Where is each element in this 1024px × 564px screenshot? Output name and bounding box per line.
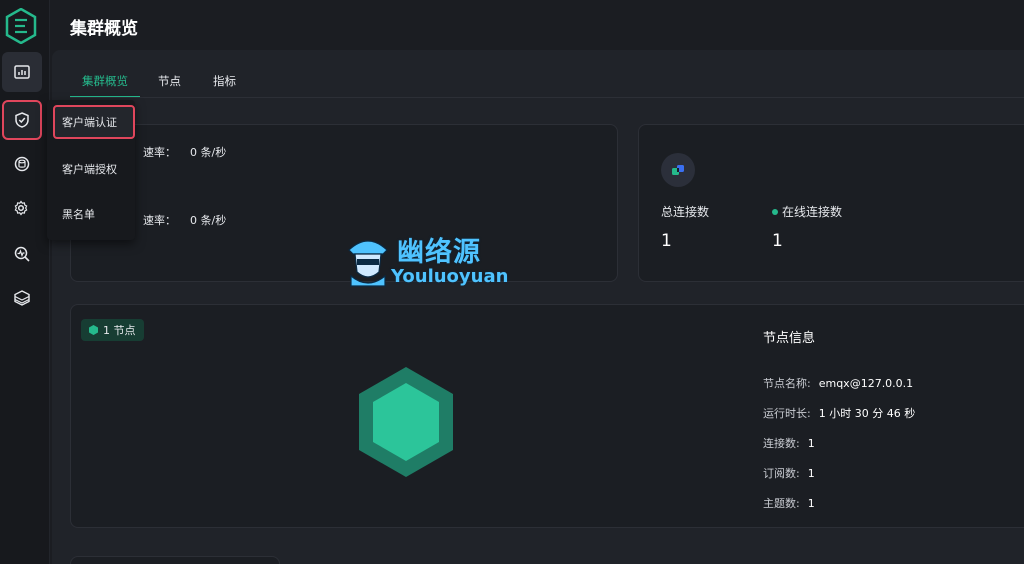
online-status-dot — [772, 208, 778, 215]
database-icon — [14, 156, 30, 172]
diagnose-icon — [14, 246, 30, 262]
connections-card: 总连接数 1 在线连接数 1 — [638, 124, 1024, 282]
outgoing-rate-row: 速率： 0 条/秒 — [143, 212, 226, 228]
topics-value: 1 — [807, 497, 815, 510]
main-content: 集群概览 节点 指标 速率： 0 条/秒 速率： 0 条/秒 总连接数 1 在线连接… — [52, 50, 1024, 564]
sidebar-item-management[interactable] — [2, 188, 42, 228]
node-name-label: 节点名称: — [763, 377, 811, 390]
sidebar-item-access-control[interactable] — [2, 100, 42, 140]
watermark-logo-icon — [348, 240, 388, 287]
sidebar-item-data-integration[interactable] — [2, 144, 42, 184]
tab-metrics[interactable]: 指标 — [213, 72, 236, 98]
node-name-row: 节点名称: emqx@127.0.0.1 — [763, 375, 913, 391]
connections-label: 连接数: — [763, 437, 800, 450]
message-rate-card: 速率： 0 条/秒 速率： 0 条/秒 — [70, 124, 618, 282]
incoming-rate-value: 0 条/秒 — [190, 146, 227, 159]
node-hexagon-icon[interactable] — [356, 365, 456, 479]
sidebar-item-diagnose[interactable] — [2, 234, 42, 274]
page-title: 集群概览 — [70, 19, 138, 39]
watermark: 幽络源 Youluoyuan — [345, 228, 520, 292]
connections-value: 1 — [807, 437, 815, 450]
node-count-text: 1 节点 — [103, 324, 136, 337]
nodes-card: 1 节点 节点信息 节点名称: emqx@127.0.0.1 运行时长: 1 小时 … — [70, 304, 1024, 528]
total-connections-label: 总连接数 — [661, 205, 710, 219]
online-connections-label: 在线连接数 — [772, 203, 842, 220]
tab-cluster-overview[interactable]: 集群概览 — [70, 72, 140, 98]
subscriptions-value: 1 — [807, 467, 815, 480]
incoming-rate-label: 速率： — [143, 146, 176, 159]
access-control-submenu: 客户端认证 客户端授权 黑名单 — [47, 100, 135, 240]
node-info-title: 节点信息 — [763, 331, 816, 346]
connections-row: 连接数: 1 — [763, 435, 815, 451]
outgoing-rate-label: 速率： — [143, 214, 176, 227]
topics-label: 主题数: — [763, 497, 800, 510]
uptime-value: 1 小时 30 分 46 秒 — [818, 407, 916, 420]
subscriptions-row: 订阅数: 1 — [763, 465, 815, 481]
topics-row: 主题数: 1 — [763, 495, 815, 511]
connections-icon — [661, 153, 695, 187]
uptime-label: 运行时长: — [763, 407, 811, 420]
sidebar-item-dashboard[interactable] — [2, 52, 42, 92]
emqx-logo-icon[interactable] — [5, 7, 37, 45]
top-header: 集群概览 — [50, 0, 1024, 50]
watermark-cn-text: 幽络源 — [397, 237, 481, 268]
layers-icon — [14, 290, 30, 306]
node-name-value: emqx@127.0.0.1 — [818, 377, 914, 390]
hexagon-icon — [89, 325, 98, 335]
online-connections-text: 在线连接数 — [782, 205, 843, 219]
watermark-en-text: Youluoyuan — [391, 266, 509, 287]
total-connections-value: 1 — [661, 231, 672, 251]
dashboard-icon — [14, 65, 30, 79]
subscriptions-label: 订阅数: — [763, 467, 800, 480]
sidebar-item-extensions[interactable] — [2, 278, 42, 318]
incoming-rate-row: 速率： 0 条/秒 — [143, 144, 226, 160]
menu-item-authentication[interactable]: 客户端认证 — [53, 105, 135, 139]
shield-icon — [15, 112, 29, 128]
tab-nodes[interactable]: 节点 — [158, 72, 181, 98]
sidebar — [0, 0, 50, 564]
tab-divider — [70, 97, 1024, 98]
online-connections-value: 1 — [772, 231, 783, 251]
bottom-card — [70, 556, 280, 564]
node-count-badge[interactable]: 1 节点 — [81, 319, 144, 341]
settings-gear-icon — [14, 200, 28, 216]
menu-item-authorization[interactable]: 客户端授权 — [47, 152, 135, 186]
outgoing-rate-value: 0 条/秒 — [190, 214, 227, 227]
uptime-row: 运行时长: 1 小时 30 分 46 秒 — [763, 405, 915, 421]
menu-item-blacklist[interactable]: 黑名单 — [47, 197, 135, 231]
